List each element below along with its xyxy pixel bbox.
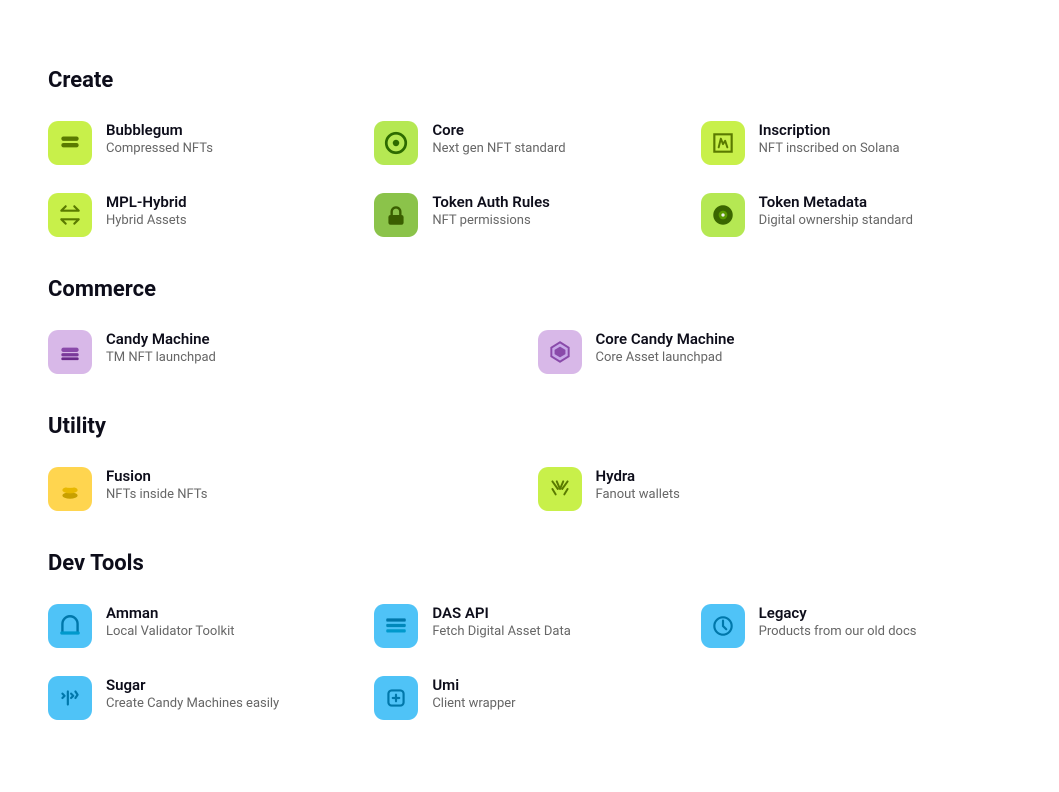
card-core-candy-machine[interactable]: Core Candy Machine Core Asset launchpad [538, 326, 1012, 378]
section-title-utility: Utility [48, 414, 1011, 439]
section-title-devtools: Dev Tools [48, 551, 1011, 576]
card-fusion[interactable]: Fusion NFTs inside NFTs [48, 463, 522, 515]
das-api-icon [374, 604, 418, 648]
token-metadata-icon [701, 193, 745, 237]
grid-devtools: Amman Local Validator Toolkit DAS API Fetc… [48, 600, 1011, 724]
section-commerce: Commerce Candy Machine TM NFT launchpad C… [48, 277, 1011, 378]
candy-machine-icon [48, 330, 92, 374]
sugar-icon [48, 676, 92, 720]
card-desc-token-metadata: Digital ownership standard [759, 213, 913, 228]
bubblegum-icon [48, 121, 92, 165]
card-legacy[interactable]: Legacy Products from our old docs [701, 600, 1011, 652]
card-name-umi: Umi [432, 676, 515, 694]
card-name-bubblegum: Bubblegum [106, 121, 213, 139]
card-name-candy-machine: Candy Machine [106, 330, 216, 348]
card-desc-amman: Local Validator Toolkit [106, 624, 235, 639]
grid-commerce: Candy Machine TM NFT launchpad Core Candy… [48, 326, 1011, 378]
fusion-icon [48, 467, 92, 511]
mpl-hybrid-icon [48, 193, 92, 237]
card-desc-umi: Client wrapper [432, 696, 515, 711]
card-desc-mpl-hybrid: Hybrid Assets [106, 213, 187, 228]
hydra-icon [538, 467, 582, 511]
card-desc-bubblegum: Compressed NFTs [106, 141, 213, 156]
card-hydra[interactable]: Hydra Fanout wallets [538, 463, 1012, 515]
card-name-legacy: Legacy [759, 604, 917, 622]
card-name-sugar: Sugar [106, 676, 279, 694]
grid-utility: Fusion NFTs inside NFTs Hydra Fanout walle… [48, 463, 1011, 515]
section-title-create: Create [48, 68, 1011, 93]
card-name-token-auth: Token Auth Rules [432, 193, 550, 211]
card-name-core-candy-machine: Core Candy Machine [596, 330, 735, 348]
card-desc-core-candy-machine: Core Asset launchpad [596, 350, 735, 365]
section-create: Create Bubblegum Compressed NFTs Core Next… [48, 68, 1011, 241]
card-desc-token-auth: NFT permissions [432, 213, 550, 228]
legacy-icon [701, 604, 745, 648]
card-name-core: Core [432, 121, 565, 139]
core-icon [374, 121, 418, 165]
grid-create: Bubblegum Compressed NFTs Core Next gen NF… [48, 117, 1011, 241]
section-devtools: Dev Tools Amman Local Validator Toolkit D… [48, 551, 1011, 724]
core-candy-machine-icon [538, 330, 582, 374]
card-desc-core: Next gen NFT standard [432, 141, 565, 156]
card-token-auth-rules[interactable]: Token Auth Rules NFT permissions [374, 189, 684, 241]
amman-icon [48, 604, 92, 648]
card-amman[interactable]: Amman Local Validator Toolkit [48, 600, 358, 652]
card-desc-inscription: NFT inscribed on Solana [759, 141, 900, 156]
inscription-icon [701, 121, 745, 165]
card-desc-das-api: Fetch Digital Asset Data [432, 624, 570, 639]
card-mpl-hybrid[interactable]: MPL-Hybrid Hybrid Assets [48, 189, 358, 241]
card-sugar[interactable]: Sugar Create Candy Machines easily [48, 672, 358, 724]
card-inscription[interactable]: Inscription NFT inscribed on Solana [701, 117, 1011, 169]
card-desc-sugar: Create Candy Machines easily [106, 696, 279, 711]
card-name-mpl-hybrid: MPL-Hybrid [106, 193, 187, 211]
umi-icon [374, 676, 418, 720]
card-name-inscription: Inscription [759, 121, 900, 139]
card-name-hydra: Hydra [596, 467, 680, 485]
card-das-api[interactable]: DAS API Fetch Digital Asset Data [374, 600, 684, 652]
card-name-das-api: DAS API [432, 604, 570, 622]
card-name-amman: Amman [106, 604, 235, 622]
section-utility: Utility Fusion NFTs inside NFTs Hydra Fano… [48, 414, 1011, 515]
card-desc-legacy: Products from our old docs [759, 624, 917, 639]
card-umi[interactable]: Umi Client wrapper [374, 672, 684, 724]
card-candy-machine[interactable]: Candy Machine TM NFT launchpad [48, 326, 522, 378]
card-token-metadata[interactable]: Token Metadata Digital ownership standard [701, 189, 1011, 241]
card-desc-fusion: NFTs inside NFTs [106, 487, 208, 502]
card-name-token-metadata: Token Metadata [759, 193, 913, 211]
token-auth-icon [374, 193, 418, 237]
section-title-commerce: Commerce [48, 277, 1011, 302]
card-core[interactable]: Core Next gen NFT standard [374, 117, 684, 169]
card-desc-candy-machine: TM NFT launchpad [106, 350, 216, 365]
card-name-fusion: Fusion [106, 467, 208, 485]
card-desc-hydra: Fanout wallets [596, 487, 680, 502]
card-bubblegum[interactable]: Bubblegum Compressed NFTs [48, 117, 358, 169]
